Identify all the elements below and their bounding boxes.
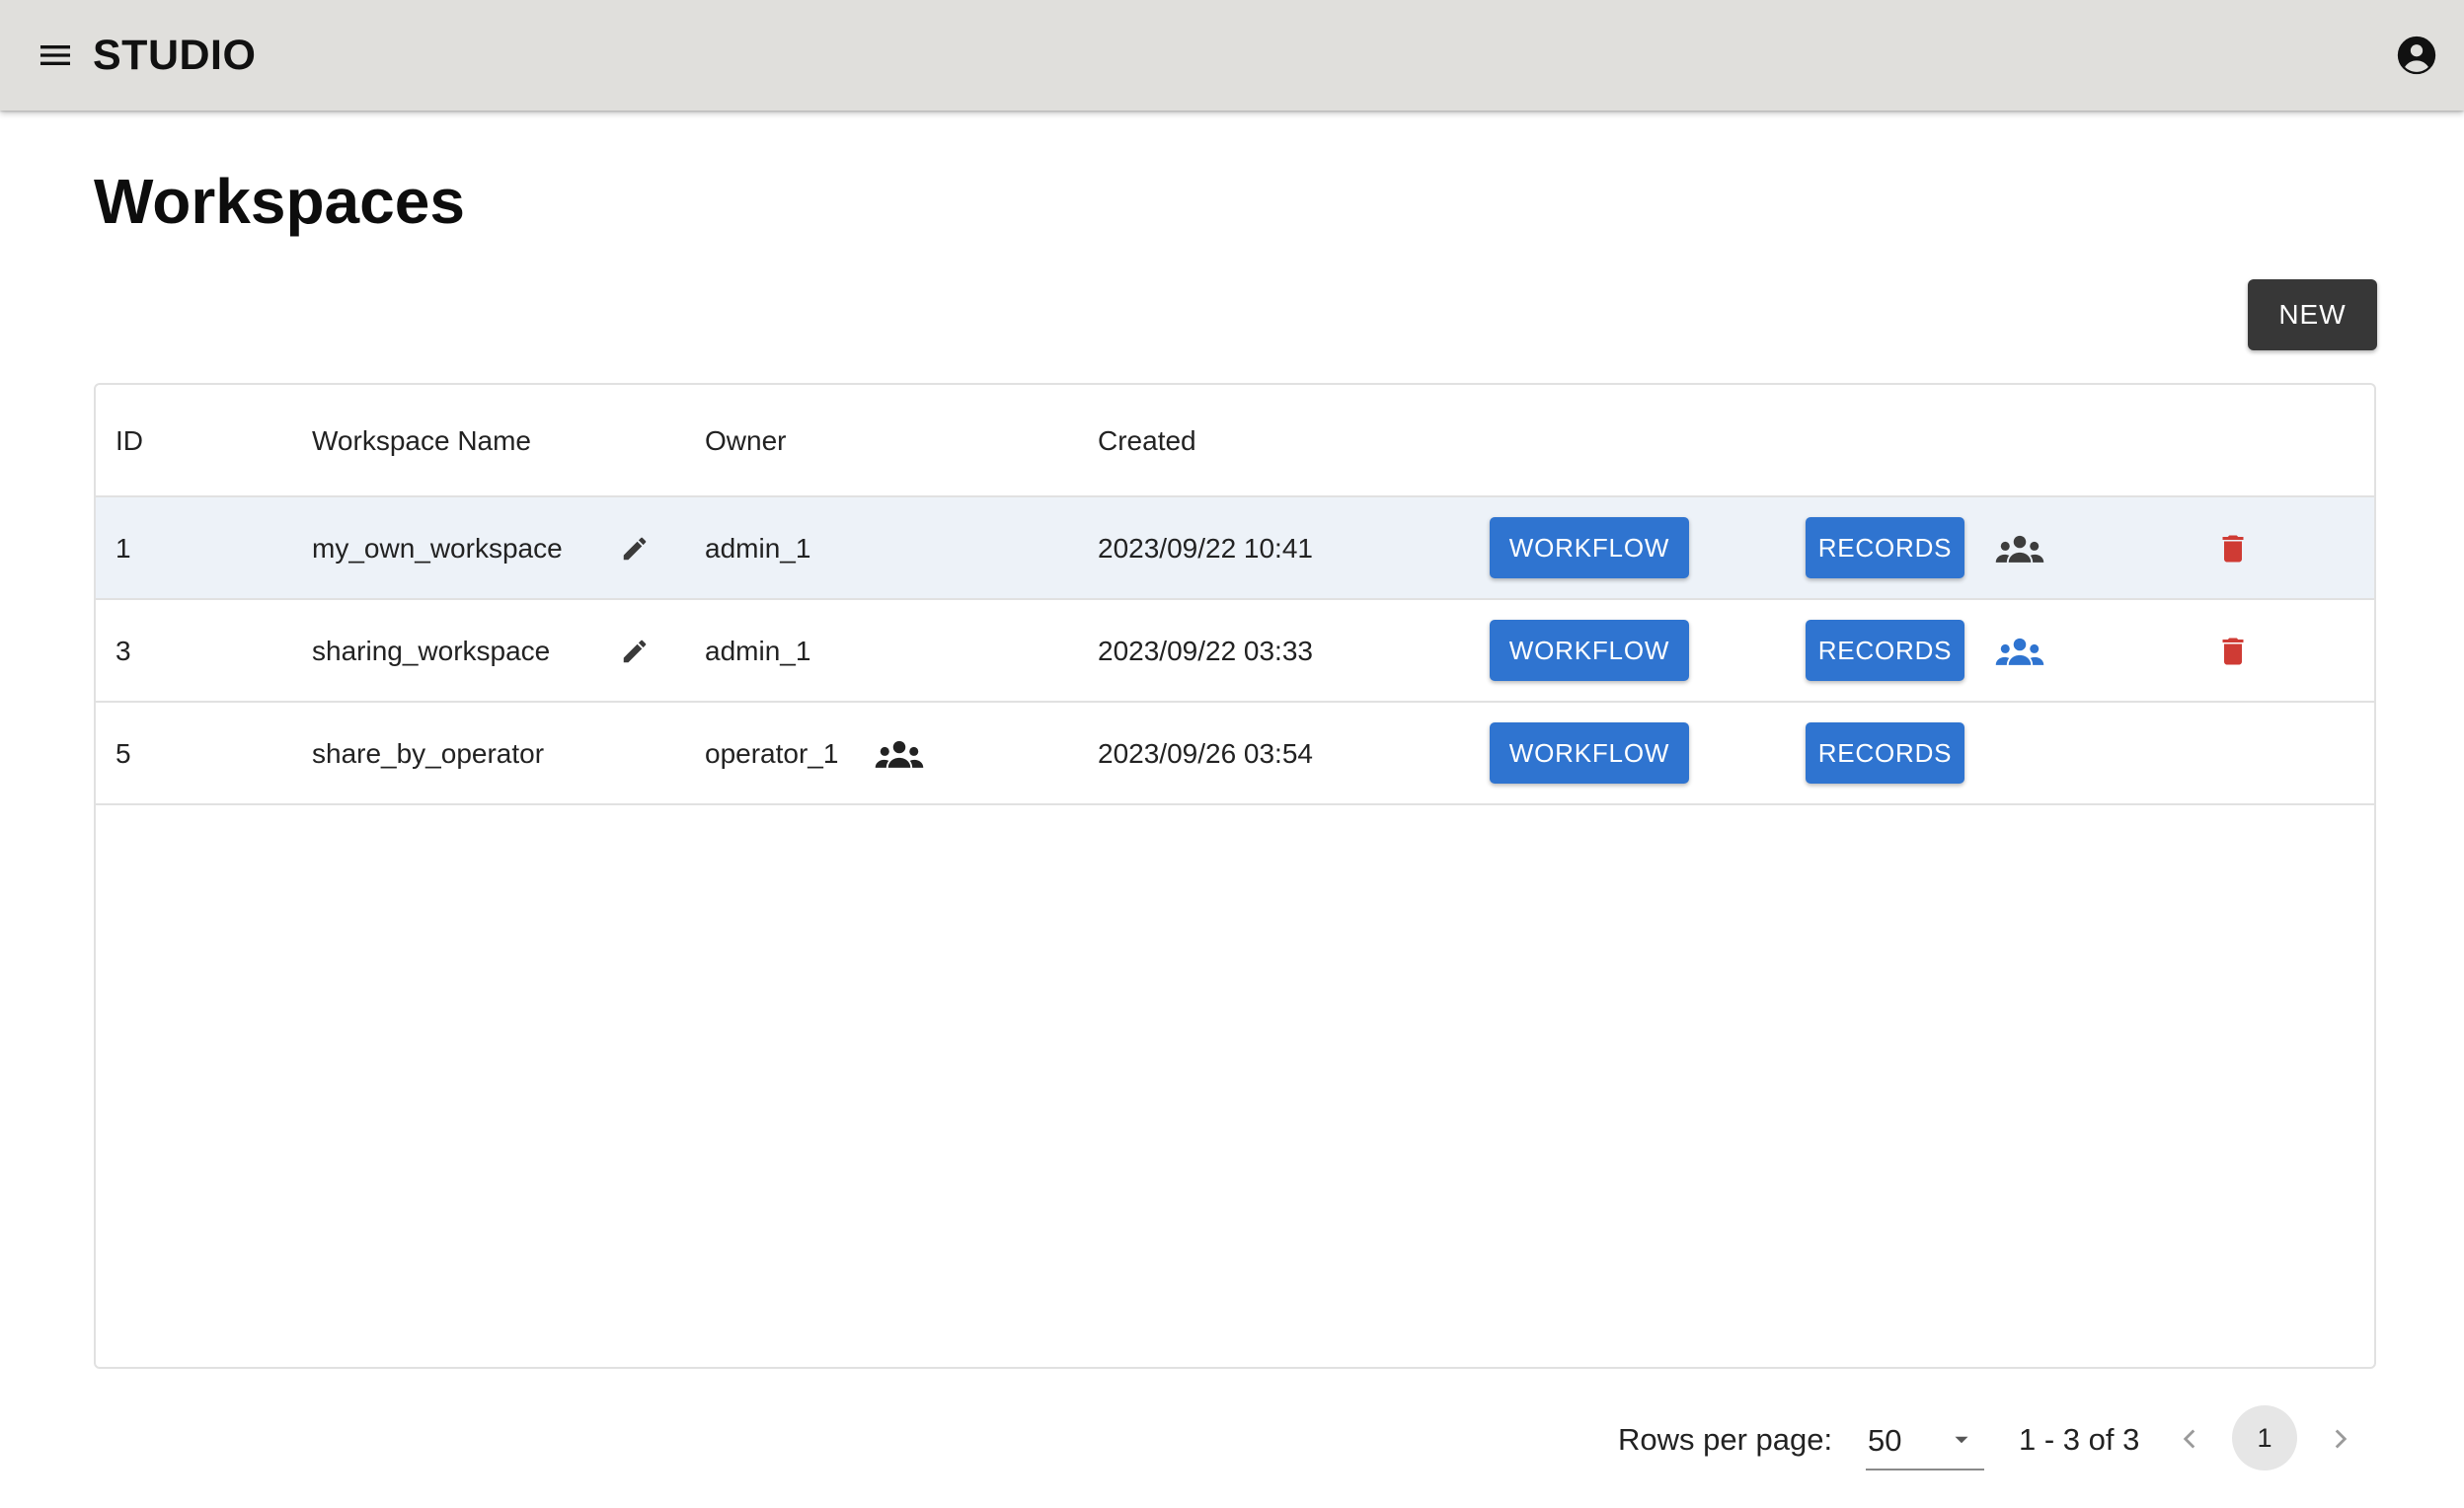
edit-name-button[interactable]: [611, 628, 658, 675]
share-button[interactable]: [1990, 628, 2049, 675]
edit-name-button[interactable]: [611, 525, 658, 572]
shared-workspace-indicator: [870, 730, 929, 778]
pencil-icon: [623, 640, 647, 663]
share-button[interactable]: [1990, 525, 2049, 572]
column-header-created[interactable]: Created: [1098, 385, 1196, 497]
pagination-range: 1 - 3 of 3: [2019, 1422, 2140, 1457]
workflow-button[interactable]: WORKFLOW: [1490, 722, 1689, 784]
cell-workspace-name: my_own_workspace: [312, 533, 563, 564]
previous-page-button[interactable]: [2164, 1413, 2215, 1465]
records-button[interactable]: RECORDS: [1806, 620, 1964, 681]
menu-icon: [40, 45, 70, 65]
cell-id: 3: [116, 636, 131, 666]
cell-workspace-name: share_by_operator: [312, 738, 545, 769]
cell-created: 2023/09/22 10:41: [1098, 533, 1313, 564]
rows-per-page-label: Rows per page:: [1618, 1422, 1833, 1457]
group-icon: [1995, 638, 2044, 665]
delete-button[interactable]: [2209, 525, 2257, 572]
workflow-button[interactable]: WORKFLOW: [1490, 620, 1689, 681]
cell-id: 5: [116, 738, 131, 769]
cell-workspace-name: sharing_workspace: [312, 636, 551, 666]
account-button[interactable]: [2385, 24, 2448, 87]
new-workspace-button[interactable]: NEW: [2248, 279, 2377, 350]
page-1-button[interactable]: 1: [2232, 1405, 2297, 1470]
trash-icon: [2222, 535, 2244, 563]
workflow-button[interactable]: WORKFLOW: [1490, 517, 1689, 578]
cell-created: 2023/09/22 03:33: [1098, 636, 1313, 666]
cell-owner: admin_1: [705, 636, 811, 666]
records-button[interactable]: RECORDS: [1806, 722, 1964, 784]
column-header-id[interactable]: ID: [116, 385, 143, 497]
column-header-workspace-name[interactable]: Workspace Name: [312, 385, 531, 497]
column-header-owner[interactable]: Owner: [705, 385, 786, 497]
cell-owner: admin_1: [705, 533, 811, 564]
cell-owner: operator_1: [705, 738, 839, 769]
delete-button[interactable]: [2209, 628, 2257, 675]
next-page-button[interactable]: [2315, 1413, 2366, 1465]
workspaces-table: ID Workspace Name Owner Created 1 my_own…: [94, 383, 2376, 1369]
table-row[interactable]: 1 my_own_workspace admin_1 2023/09/22 10…: [96, 497, 2374, 600]
cell-created: 2023/09/26 03:54: [1098, 738, 1313, 769]
group-icon: [1995, 535, 2044, 563]
table-row[interactable]: 3 sharing_workspace admin_1 2023/09/22 0…: [96, 600, 2374, 703]
trash-icon: [2222, 638, 2244, 665]
menu-button[interactable]: [24, 24, 87, 87]
records-button[interactable]: RECORDS: [1806, 517, 1964, 578]
table-row[interactable]: 5 share_by_operator operator_1 2023/09/2…: [96, 703, 2374, 805]
group-icon: [875, 740, 924, 768]
app-bar: STUDIO: [0, 0, 2464, 111]
rows-per-page-select[interactable]: 50: [1866, 1409, 1984, 1470]
app-title: STUDIO: [93, 32, 257, 79]
table-header: ID Workspace Name Owner Created: [96, 385, 2374, 497]
cell-id: 1: [116, 533, 131, 564]
pencil-icon: [623, 537, 647, 561]
chevron-right-icon: [2335, 1429, 2348, 1449]
account-circle-icon: [2397, 36, 2436, 75]
page-title: Workspaces: [94, 166, 465, 237]
chevron-left-icon: [2183, 1429, 2195, 1449]
caret-down-icon: [1955, 1436, 1968, 1444]
rows-per-page-value: 50: [1868, 1423, 1902, 1458]
